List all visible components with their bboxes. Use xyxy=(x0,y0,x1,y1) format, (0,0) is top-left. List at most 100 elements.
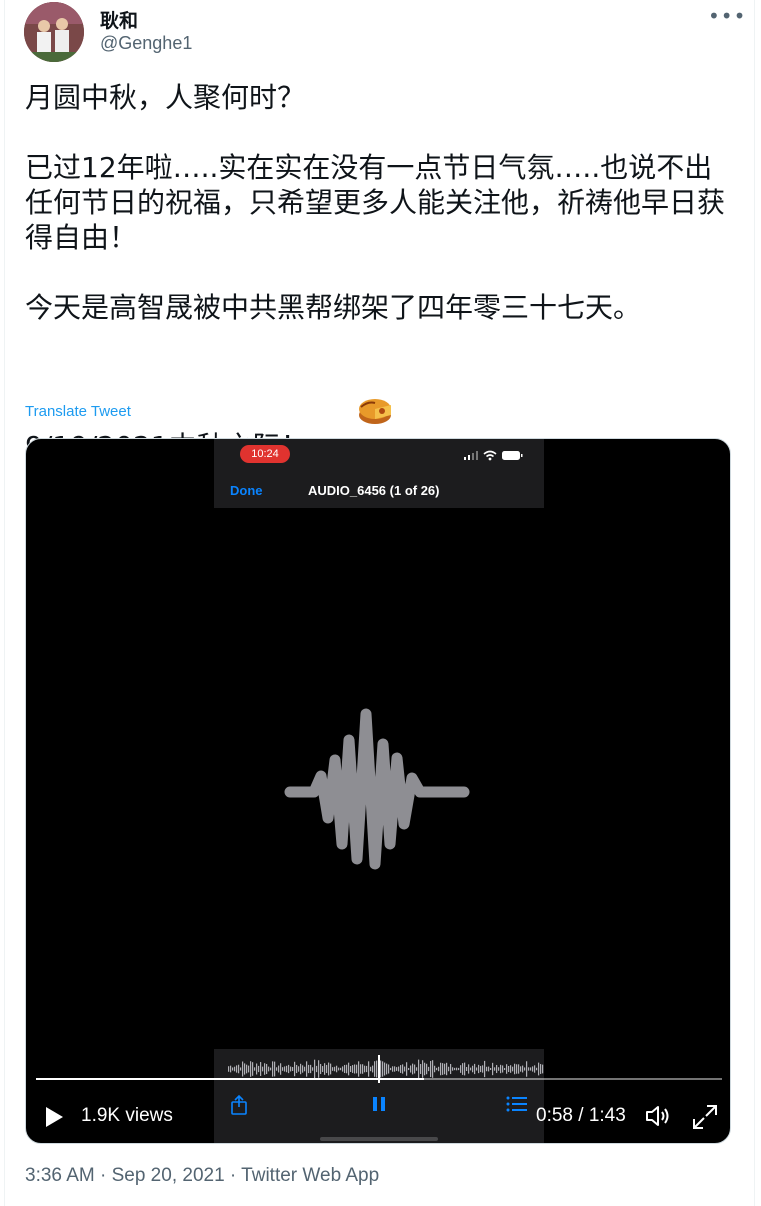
video-progress-fill xyxy=(36,1078,424,1080)
waveform-bar xyxy=(306,1061,308,1077)
waveform-bar xyxy=(358,1061,360,1077)
waveform-bar xyxy=(352,1065,354,1073)
waveform-bar xyxy=(532,1066,534,1072)
waveform-bar xyxy=(374,1061,376,1077)
phone-screen-recording: 10:24 Done AUDIO_6456 (1 of 26) xyxy=(214,439,544,1143)
waveform-bar xyxy=(518,1064,520,1074)
list-icon xyxy=(506,1096,527,1112)
waveform-bar xyxy=(344,1064,346,1074)
waveform-bar xyxy=(500,1064,502,1074)
waveform-bar xyxy=(404,1066,406,1072)
waveform-bar xyxy=(424,1062,426,1076)
waveform-icon xyxy=(284,708,470,870)
waveform-bar xyxy=(464,1062,466,1076)
volume-icon[interactable] xyxy=(644,1103,672,1129)
waveform-bar xyxy=(376,1060,378,1078)
waveform-bar xyxy=(478,1064,480,1074)
waveform-bar xyxy=(312,1067,314,1071)
waveform-bar xyxy=(346,1064,348,1074)
avatar[interactable] xyxy=(24,2,84,62)
status-bar-icons xyxy=(464,450,523,461)
waveform-bar xyxy=(418,1059,420,1079)
waveform-bar xyxy=(336,1065,338,1073)
waveform-bar xyxy=(516,1064,518,1074)
waveform-bar xyxy=(270,1067,272,1071)
waveform-bar xyxy=(300,1063,302,1075)
tweet-paragraph: 月圆中秋，人聚何时？ xyxy=(25,81,306,114)
waveform-bar xyxy=(264,1063,266,1075)
waveform-bar xyxy=(504,1067,506,1071)
waveform-bar xyxy=(530,1067,532,1071)
waveform-bar xyxy=(528,1067,530,1071)
waveform-bar xyxy=(408,1067,410,1071)
more-options-icon[interactable]: ••• xyxy=(708,6,745,30)
waveform-bar xyxy=(440,1062,442,1076)
waveform-bar xyxy=(272,1061,274,1077)
waveform-bar xyxy=(252,1062,254,1076)
waveform-bar xyxy=(454,1067,456,1071)
waveform-bar xyxy=(502,1065,504,1073)
waveform-bar xyxy=(322,1066,324,1072)
waveform-bar xyxy=(436,1067,438,1071)
waveform-bar xyxy=(290,1066,292,1072)
fullscreen-icon[interactable] xyxy=(691,1103,719,1131)
waveform-bar xyxy=(448,1066,450,1072)
waveform-bar xyxy=(230,1065,232,1073)
waveform-bar xyxy=(400,1065,402,1073)
waveform-bar xyxy=(294,1061,296,1077)
waveform-bar xyxy=(244,1063,246,1075)
waveform-bar xyxy=(236,1065,238,1073)
waveform-bar xyxy=(536,1067,538,1071)
waveform-bar xyxy=(396,1067,398,1071)
waveform-bar xyxy=(430,1060,432,1078)
video-progress-bar[interactable] xyxy=(36,1078,722,1080)
waveform-bar xyxy=(474,1063,476,1075)
author-handle[interactable]: @Genghe1 xyxy=(100,33,192,54)
waveform-bar xyxy=(412,1063,414,1075)
waveform-bar xyxy=(490,1067,492,1071)
waveform-bar xyxy=(330,1063,332,1075)
waveform-bar xyxy=(356,1064,358,1074)
waveform-bar xyxy=(368,1061,370,1077)
waveform-bar xyxy=(274,1061,276,1077)
waveform-bar xyxy=(542,1064,544,1074)
waveform-bar xyxy=(276,1067,278,1071)
waveform-bar xyxy=(438,1066,440,1072)
waveform-bar xyxy=(392,1066,394,1072)
waveform-bar xyxy=(476,1067,478,1071)
phone-top-bar: 10:24 Done AUDIO_6456 (1 of 26) xyxy=(214,439,544,508)
waveform-bar xyxy=(354,1064,356,1074)
waveform-bar xyxy=(366,1065,368,1073)
waveform-bar xyxy=(316,1065,318,1073)
waveform-bar xyxy=(350,1065,352,1073)
waveform-bar xyxy=(446,1062,448,1076)
author-display-name[interactable]: 耿和 xyxy=(100,6,138,33)
video-player[interactable]: 10:24 Done AUDIO_6456 (1 of 26) 1.9K vie… xyxy=(25,438,731,1144)
waveform-bar xyxy=(526,1061,528,1077)
done-button: Done xyxy=(230,483,263,498)
waveform-bar xyxy=(342,1066,344,1072)
waveform-bar xyxy=(310,1064,312,1074)
waveform-bar xyxy=(432,1060,434,1078)
waveform-bar xyxy=(482,1065,484,1073)
waveform-bar xyxy=(468,1064,470,1074)
waveform-bar xyxy=(480,1065,482,1073)
play-icon[interactable] xyxy=(42,1104,66,1130)
waveform-bar xyxy=(318,1060,320,1078)
waveform-bar xyxy=(512,1066,514,1072)
waveform-bar xyxy=(450,1063,452,1075)
waveform-bar xyxy=(324,1063,326,1075)
waveform-bar xyxy=(540,1064,542,1074)
waveform-bar xyxy=(466,1066,468,1072)
waveform-bar xyxy=(534,1065,536,1073)
waveform-bar xyxy=(426,1063,428,1075)
waveform-bar xyxy=(498,1067,500,1071)
translate-tweet-link[interactable]: Translate Tweet xyxy=(25,403,131,420)
waveform-bar xyxy=(254,1067,256,1071)
waveform-bar xyxy=(268,1066,270,1072)
view-count: 1.9K views xyxy=(81,1105,173,1126)
waveform-bar xyxy=(228,1066,230,1072)
waveform-bar xyxy=(364,1065,366,1073)
waveform-bar xyxy=(266,1063,268,1075)
waveform-bar xyxy=(240,1067,242,1071)
